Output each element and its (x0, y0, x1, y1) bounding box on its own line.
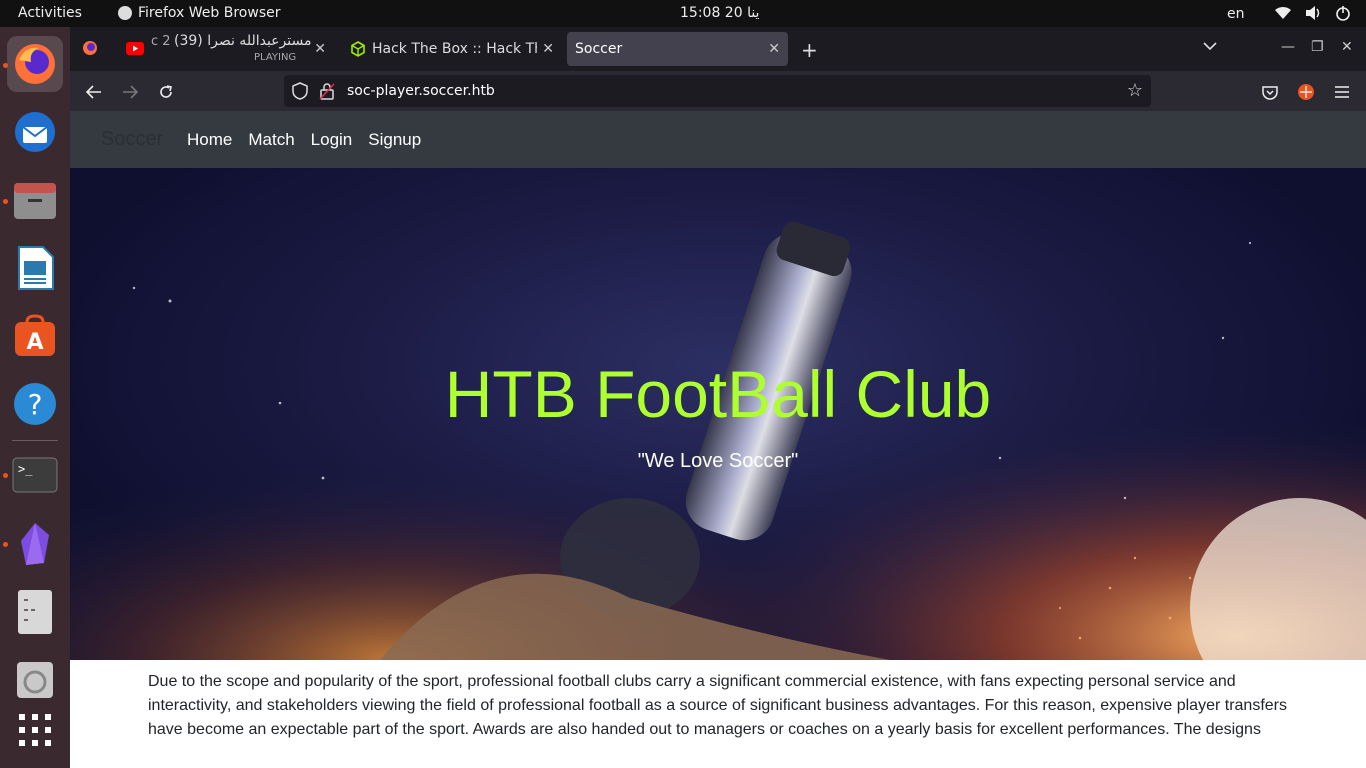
dock-thunderbird[interactable] (7, 104, 63, 160)
clock[interactable]: 15:08 20 ينا (680, 5, 759, 21)
thunderbird-icon (15, 112, 55, 152)
url-bar[interactable]: soc-player.soccer.htb ☆ (284, 75, 1151, 107)
nav-link-home[interactable]: Home (187, 130, 232, 150)
close-tab-icon[interactable]: ✕ (542, 41, 554, 57)
help-icon: ? (14, 383, 56, 425)
hero-banner: HTB FootBall Club "We Love Soccer" (70, 168, 1366, 660)
tab-hackthebox[interactable]: Hack The Box :: Hack The ✕ (340, 32, 562, 66)
nav-link-signup[interactable]: Signup (368, 130, 421, 150)
svg-text:A: A (26, 330, 43, 355)
firefox-view-icon (83, 41, 97, 55)
svg-text:>_: >_ (18, 462, 33, 476)
power-icon (1334, 4, 1352, 22)
hackthebox-icon (351, 41, 365, 57)
files-icon (14, 183, 56, 219)
dock-disk-utility[interactable] (7, 652, 63, 708)
hero-title: HTB FootBall Club (444, 357, 992, 431)
dock: A ? >_ (0, 27, 70, 768)
tracking-protection-shield-icon[interactable] (292, 82, 308, 104)
language-indicator[interactable]: en (1227, 6, 1245, 22)
minimize-icon[interactable]: — (1281, 39, 1295, 55)
forward-arrow-icon[interactable] (119, 81, 141, 103)
text-editor-icon (18, 590, 52, 634)
site-brand[interactable]: Soccer (101, 128, 163, 151)
running-indicator (3, 473, 8, 478)
navigation-toolbar: soc-player.soccer.htb ☆ (70, 71, 1366, 111)
svg-text:?: ? (28, 388, 43, 421)
back-arrow-icon[interactable] (83, 81, 105, 103)
app-store-icon: A (15, 314, 55, 356)
running-indicator (3, 63, 8, 68)
extension-icon[interactable] (1295, 81, 1317, 103)
close-window-icon[interactable]: ✕ (1341, 39, 1353, 55)
system-tray[interactable] (1274, 4, 1352, 22)
site-nav-links: Home Match Login Signup (187, 130, 421, 150)
pocket-icon[interactable] (1259, 81, 1281, 103)
terminal-icon: >_ (12, 457, 58, 493)
tab-title: مسترعبدالله نصرا (39) (174, 33, 312, 49)
firefox-icon (15, 44, 55, 84)
hero-subtitle: "We Love Soccer" (637, 450, 799, 472)
nav-link-match[interactable]: Match (248, 130, 294, 150)
new-tab-button[interactable]: + (801, 38, 818, 62)
running-indicator (3, 542, 8, 547)
tab-title: Hack The Box :: Hack The (372, 41, 537, 57)
firefox-window: c 2 مسترعبدالله نصرا (39) PLAYING ✕ Hack… (70, 27, 1366, 768)
writer-icon (18, 246, 54, 290)
insecure-lock-icon[interactable] (319, 82, 335, 104)
reload-icon[interactable] (155, 81, 177, 103)
dock-obsidian[interactable] (7, 516, 63, 572)
volume-icon (1304, 4, 1322, 22)
firefox-app-icon (118, 6, 132, 20)
running-indicator (3, 199, 8, 204)
firefox-view-button[interactable] (82, 40, 98, 60)
dock-software-center[interactable]: A (7, 308, 63, 364)
web-page: Soccer Home Match Login Signup HTB FootB… (70, 111, 1366, 768)
app-name: Firefox Web Browser (138, 5, 281, 21)
dock-files[interactable] (7, 172, 63, 228)
apps-grid-icon (19, 714, 51, 746)
dock-terminal[interactable]: >_ (7, 447, 63, 503)
dock-libreoffice-writer[interactable] (7, 240, 63, 296)
dock-text-editor[interactable] (7, 584, 63, 640)
nav-link-login[interactable]: Login (311, 130, 353, 150)
dock-firefox[interactable] (7, 36, 63, 92)
wifi-icon (1274, 4, 1292, 22)
url-text: soc-player.soccer.htb (347, 83, 495, 99)
activities-button[interactable]: Activities (18, 5, 82, 21)
show-applications-button[interactable] (7, 702, 63, 758)
tab-soccer[interactable]: Soccer ✕ (567, 32, 788, 66)
tab-prefix: c 2 (151, 34, 171, 49)
dock-separator (12, 440, 58, 441)
maximize-icon[interactable]: ❐ (1311, 39, 1324, 55)
hamburger-menu-icon[interactable] (1331, 81, 1353, 103)
app-menu[interactable]: Firefox Web Browser (118, 5, 281, 21)
site-navbar: Soccer Home Match Login Signup (70, 111, 1366, 168)
youtube-icon (126, 42, 144, 55)
list-all-tabs-chevron-icon[interactable] (1203, 39, 1217, 55)
system-top-bar: Activities Firefox Web Browser 15:08 20 … (0, 0, 1366, 27)
tab-bar: c 2 مسترعبدالله نصرا (39) PLAYING ✕ Hack… (70, 27, 1366, 71)
tab-audio-status: PLAYING (254, 52, 297, 63)
close-tab-icon[interactable]: ✕ (314, 41, 326, 57)
close-tab-icon[interactable]: ✕ (768, 41, 780, 57)
tab-title: Soccer (575, 41, 623, 57)
disk-icon (17, 662, 53, 698)
obsidian-icon (21, 523, 49, 565)
intro-paragraph: Due to the scope and popularity of the s… (148, 673, 1287, 738)
bookmark-star-icon[interactable]: ☆ (1127, 80, 1143, 101)
dock-help[interactable]: ? (7, 376, 63, 432)
tab-youtube[interactable]: c 2 مسترعبدالله نصرا (39) PLAYING ✕ (116, 32, 334, 66)
